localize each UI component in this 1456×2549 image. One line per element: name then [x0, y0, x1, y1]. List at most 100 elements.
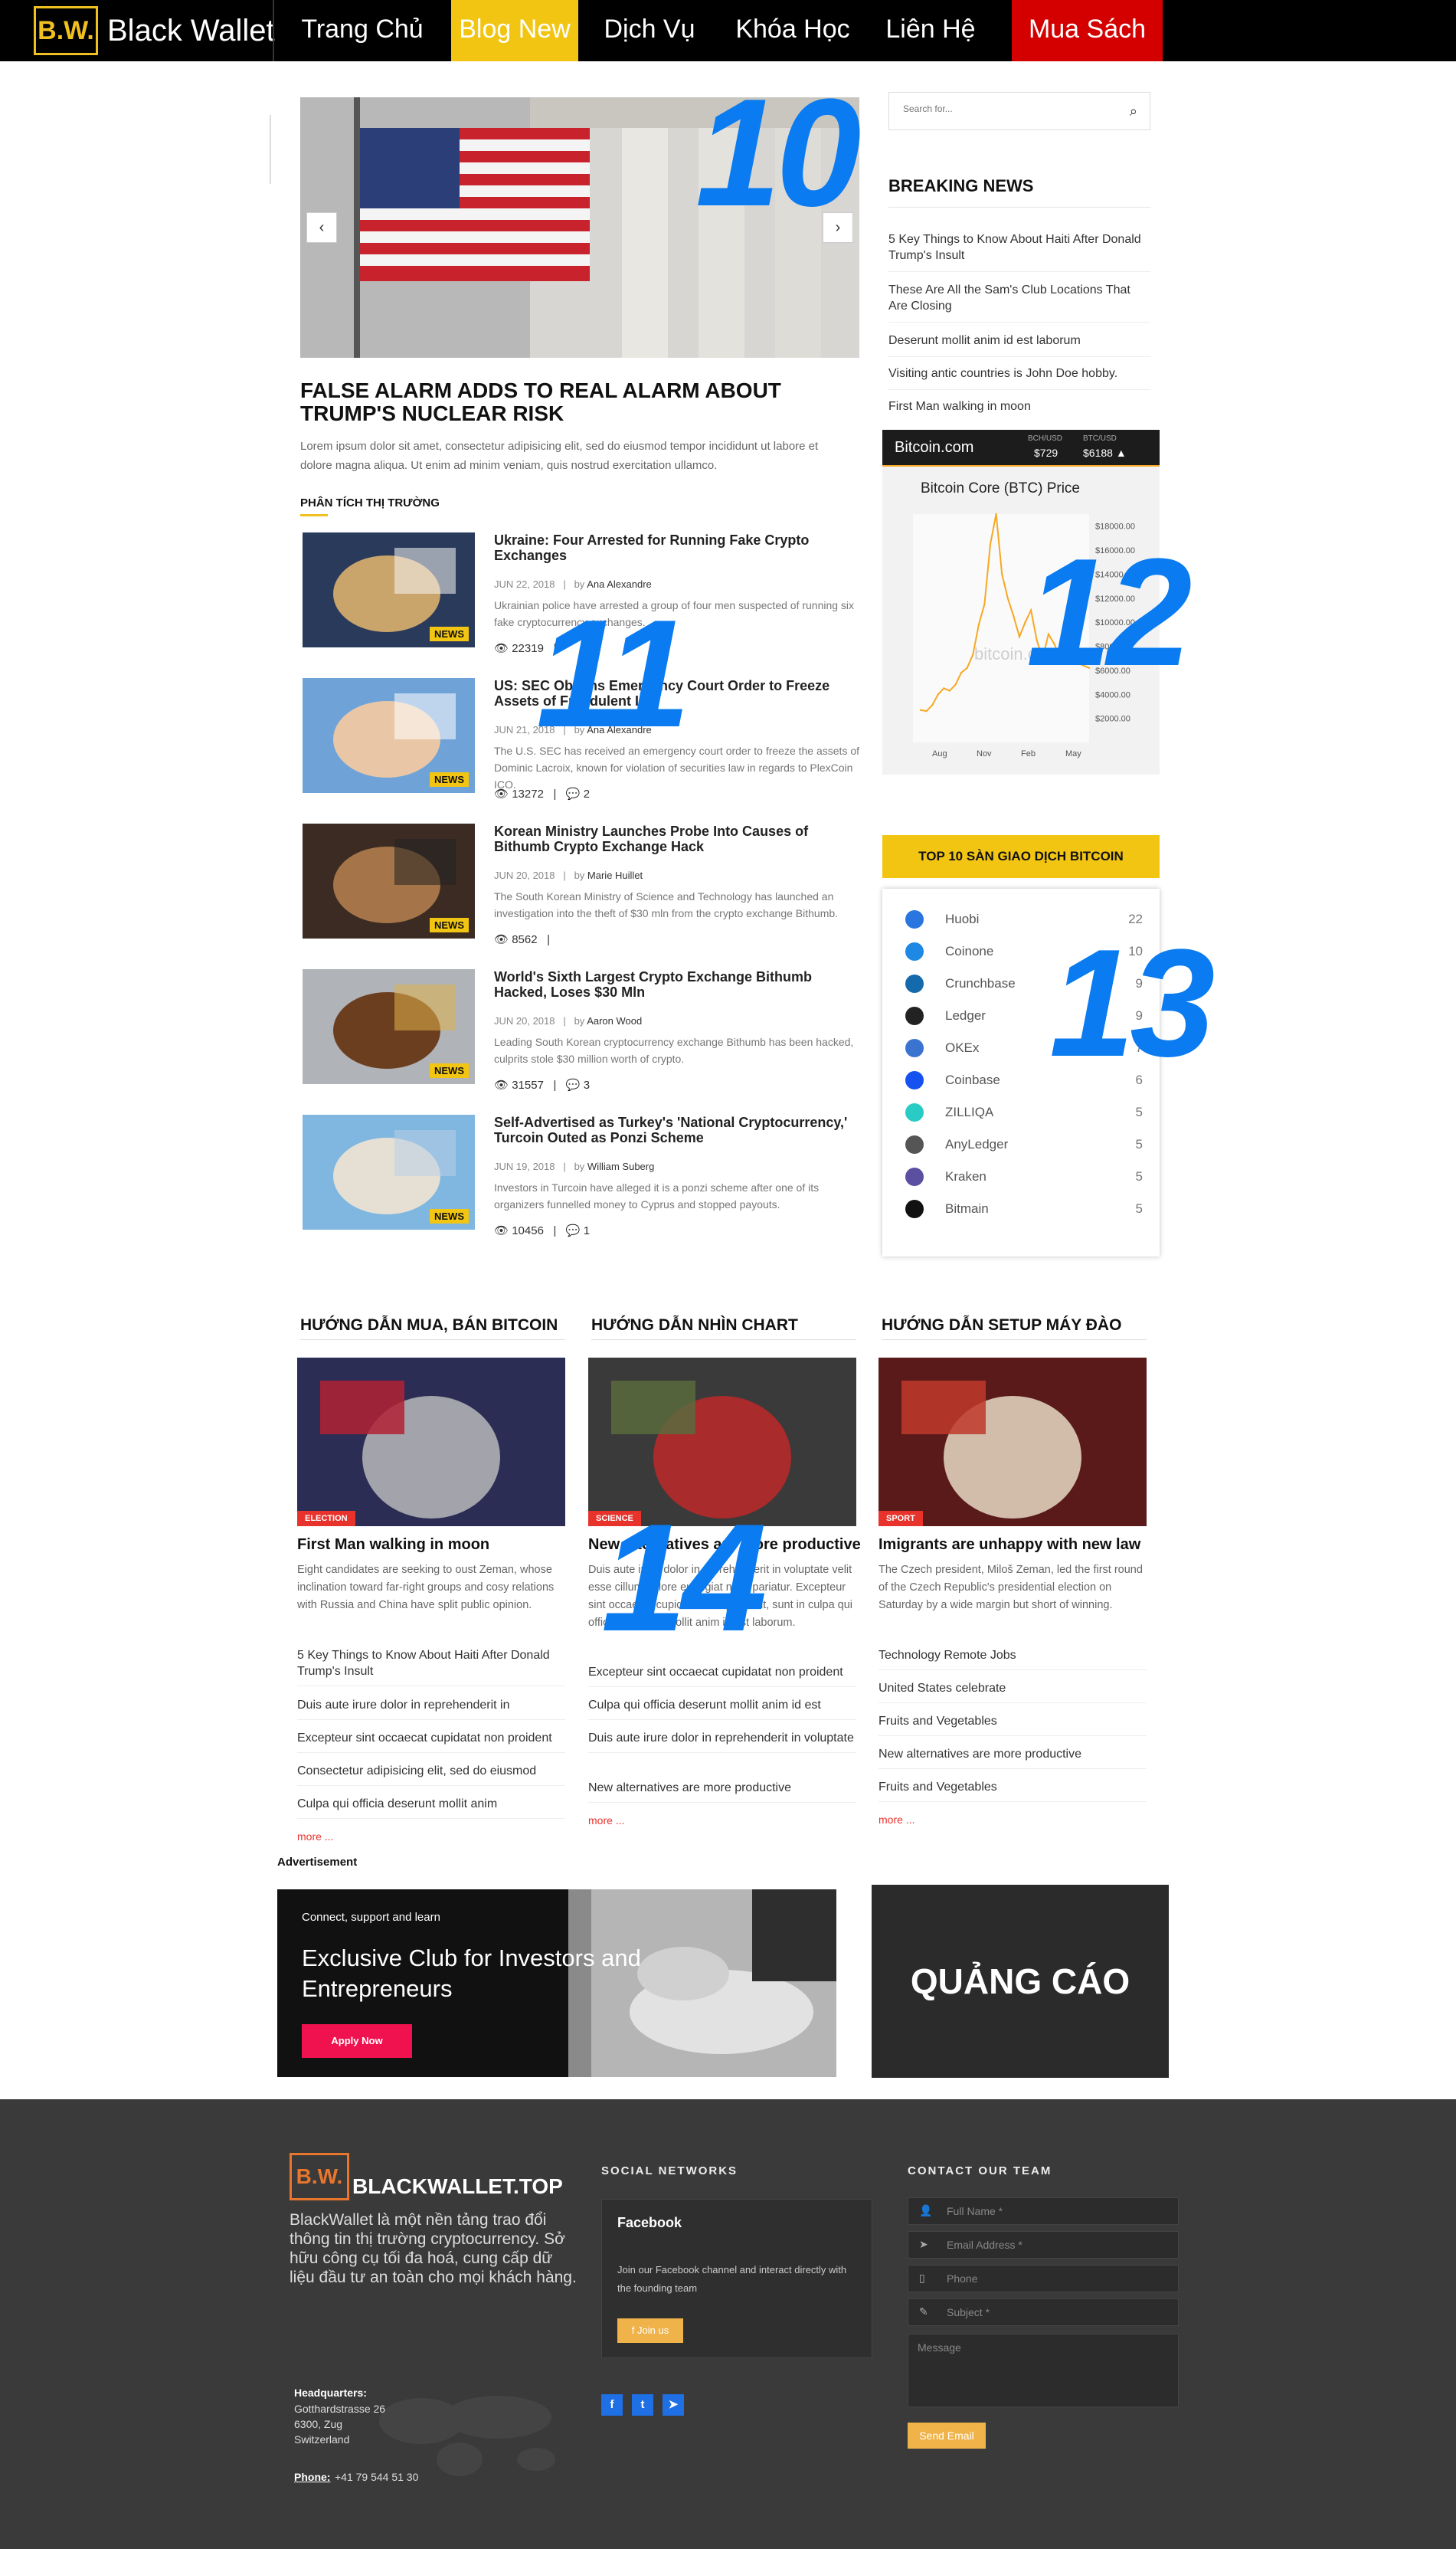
article-title[interactable]: Ukraine: Four Arrested for Running Fake …	[494, 532, 862, 563]
column-link[interactable]: Excepteur sint occaecat cupidatat non pr…	[297, 1730, 565, 1753]
article-thumbnail[interactable]: NEWS	[303, 678, 475, 793]
column-article-title[interactable]: Imigrants are unhappy with new law	[879, 1536, 1140, 1554]
exchange-name[interactable]: Huobi	[945, 912, 979, 927]
article-title[interactable]: World's Sixth Largest Crypto Exchange Bi…	[494, 969, 862, 1000]
column-link[interactable]: Duis aute irure dolor in reprehenderit i…	[588, 1730, 856, 1753]
apply-now-button[interactable]: Apply Now	[302, 2024, 412, 2058]
column-link[interactable]: Excepteur sint occaecat cupidatat non pr…	[588, 1664, 856, 1687]
exchange-name[interactable]: ZILLIQA	[945, 1105, 993, 1120]
article-excerpt: Leading South Korean cryptocurrency exch…	[494, 1036, 854, 1065]
column-link[interactable]: New alternatives are more productive	[588, 1780, 856, 1803]
slider-prev-button[interactable]: ‹	[306, 212, 337, 243]
exchange-name[interactable]: Kraken	[945, 1169, 986, 1184]
breaking-news-link[interactable]: First Man walking in moon	[888, 398, 1150, 422]
article-item[interactable]: NEWS World's Sixth Largest Crypto Exchan…	[303, 969, 869, 1096]
column-article-title[interactable]: First Man walking in moon	[297, 1536, 489, 1554]
article-title[interactable]: Self-Advertised as Turkey's 'National Cr…	[494, 1115, 862, 1145]
column-link[interactable]: Fruits and Vegetables	[879, 1779, 1147, 1802]
nav-item-buy-book[interactable]: Mua Sách	[1012, 0, 1163, 61]
phone-field[interactable]: ▯ Phone	[908, 2265, 1179, 2292]
nav-item-courses[interactable]: Khóa Học	[720, 0, 865, 61]
more-link[interactable]: more ...	[297, 1830, 333, 1843]
phone-number[interactable]: +41 79 544 51 30	[335, 2471, 418, 2483]
search-box[interactable]: ⌕	[888, 92, 1150, 130]
exchange-row[interactable]: Kraken 5	[905, 1168, 1143, 1188]
article-author[interactable]: William Suberg	[587, 1161, 654, 1172]
article-thumbnail[interactable]: NEWS	[303, 1115, 475, 1230]
btc-price-point	[995, 513, 997, 516]
breaking-news-link[interactable]: These Are All the Sam's Club Locations T…	[888, 282, 1150, 323]
nav-item-home[interactable]: Trang Chủ	[274, 0, 450, 61]
exchange-name[interactable]: Coinone	[945, 944, 993, 959]
exchange-name[interactable]: AnyLedger	[945, 1137, 1008, 1152]
column-image[interactable]: SPORT	[879, 1358, 1147, 1526]
breaking-news-link[interactable]: Deserunt mollit anim id est laborum	[888, 333, 1150, 357]
ad-banner[interactable]: Connect, support and learn Exclusive Clu…	[277, 1889, 836, 2077]
article-thumbnail[interactable]: NEWS	[303, 969, 475, 1084]
telegram-icon[interactable]: ➤	[663, 2394, 684, 2416]
article-item[interactable]: NEWS Self-Advertised as Turkey's 'Nation…	[303, 1115, 869, 1241]
more-link[interactable]: more ...	[588, 1814, 624, 1827]
subject-placeholder: Subject *	[947, 2306, 990, 2318]
column-link[interactable]: Duis aute irure dolor in reprehenderit i…	[297, 1697, 565, 1720]
subject-field[interactable]: ✎ Subject *	[908, 2298, 1179, 2326]
advertisement-label: Advertisement	[277, 1856, 358, 1869]
article-thumbnail[interactable]: NEWS	[303, 824, 475, 939]
column-link[interactable]: United States celebrate	[879, 1680, 1147, 1703]
column-link[interactable]: Culpa qui officia deserunt mollit anim	[297, 1796, 565, 1819]
twitter-icon[interactable]: t	[632, 2394, 653, 2416]
article-stats: 👁 8562 |	[494, 933, 560, 946]
column-link[interactable]: Culpa qui officia deserunt mollit anim i…	[588, 1697, 856, 1720]
article-title[interactable]: Korean Ministry Launches Probe Into Caus…	[494, 824, 862, 854]
email-field[interactable]: ➤ Email Address *	[908, 2231, 1179, 2259]
facebook-join-button[interactable]: f Join us	[617, 2318, 683, 2343]
btc-price-point	[972, 654, 974, 656]
category-badge: ELECTION	[297, 1511, 355, 1526]
full-name-field[interactable]: 👤 Full Name *	[908, 2197, 1179, 2225]
exchange-name[interactable]: Crunchbase	[945, 976, 1016, 991]
column-link[interactable]: Fruits and Vegetables	[879, 1713, 1147, 1736]
column-image[interactable]: ELECTION	[297, 1358, 565, 1526]
facebook-icon[interactable]: f	[601, 2394, 623, 2416]
join-button-label: Join us	[637, 2325, 669, 2336]
exchange-name[interactable]: Bitmain	[945, 1201, 989, 1217]
exchange-count: 5	[1135, 1169, 1143, 1184]
column-link[interactable]: 5 Key Things to Know About Haiti After D…	[297, 1647, 565, 1686]
article-author[interactable]: Aaron Wood	[587, 1015, 642, 1027]
search-icon[interactable]: ⌕	[1130, 103, 1137, 120]
exchange-row[interactable]: AnyLedger 5	[905, 1135, 1143, 1155]
breaking-news-link[interactable]: Visiting antic countries is John Doe hob…	[888, 365, 1150, 390]
ad-placeholder[interactable]: QUẢNG CÁO	[872, 1885, 1169, 2078]
hero-headline[interactable]: FALSE ALARM ADDS TO REAL ALARM ABOUT TRU…	[300, 379, 859, 425]
article-by: by	[574, 1161, 585, 1172]
footer-logo-mark[interactable]: B.W.	[290, 2153, 349, 2200]
search-input[interactable]	[903, 103, 1102, 114]
exchange-name[interactable]: Ledger	[945, 1008, 986, 1024]
message-field[interactable]: Message	[908, 2334, 1179, 2407]
exchange-row[interactable]: Bitmain 5	[905, 1200, 1143, 1220]
column-link[interactable]: Consectetur adipisicing elit, sed do eiu…	[297, 1763, 565, 1786]
exchange-row[interactable]: ZILLIQA 5	[905, 1103, 1143, 1123]
breaking-news-link[interactable]: 5 Key Things to Know About Haiti After D…	[888, 231, 1150, 272]
exchange-name[interactable]: Coinbase	[945, 1073, 1000, 1088]
top10-exchanges-title[interactable]: TOP 10 SÀN GIAO DỊCH BITCOIN	[882, 835, 1160, 878]
article-item[interactable]: NEWS Korean Ministry Launches Probe Into…	[303, 824, 869, 950]
more-link[interactable]: more ...	[879, 1813, 914, 1826]
column-heading[interactable]: HƯỚNG DẪN MUA, BÁN BITCOIN	[300, 1316, 558, 1335]
btc-price-point	[1006, 597, 1009, 599]
logo-mark[interactable]: B.W.	[34, 6, 98, 55]
exchange-name[interactable]: OKEx	[945, 1040, 979, 1056]
column-heading[interactable]: HƯỚNG DẪN SETUP MÁY ĐÀO	[882, 1316, 1121, 1335]
footer-logo-text[interactable]: BLACKWALLET.TOP	[352, 2174, 563, 2199]
column-link[interactable]: Technology Remote Jobs	[879, 1647, 1147, 1670]
column-link[interactable]: New alternatives are more productive	[879, 1746, 1147, 1769]
column-heading[interactable]: HƯỚNG DẪN NHÌN CHART	[591, 1316, 798, 1335]
article-author[interactable]: Marie Huillet	[587, 870, 643, 881]
world-map-decoration	[379, 2396, 555, 2476]
article-thumbnail[interactable]: NEWS	[303, 532, 475, 647]
logo-text[interactable]: Black Wallet	[107, 14, 275, 48]
nav-item-services[interactable]: Dịch Vụ	[588, 0, 711, 61]
nav-item-blog[interactable]: Blog New	[451, 0, 578, 61]
nav-item-contact[interactable]: Liên Hệ	[873, 0, 988, 61]
send-email-button[interactable]: Send Email	[908, 2423, 986, 2449]
